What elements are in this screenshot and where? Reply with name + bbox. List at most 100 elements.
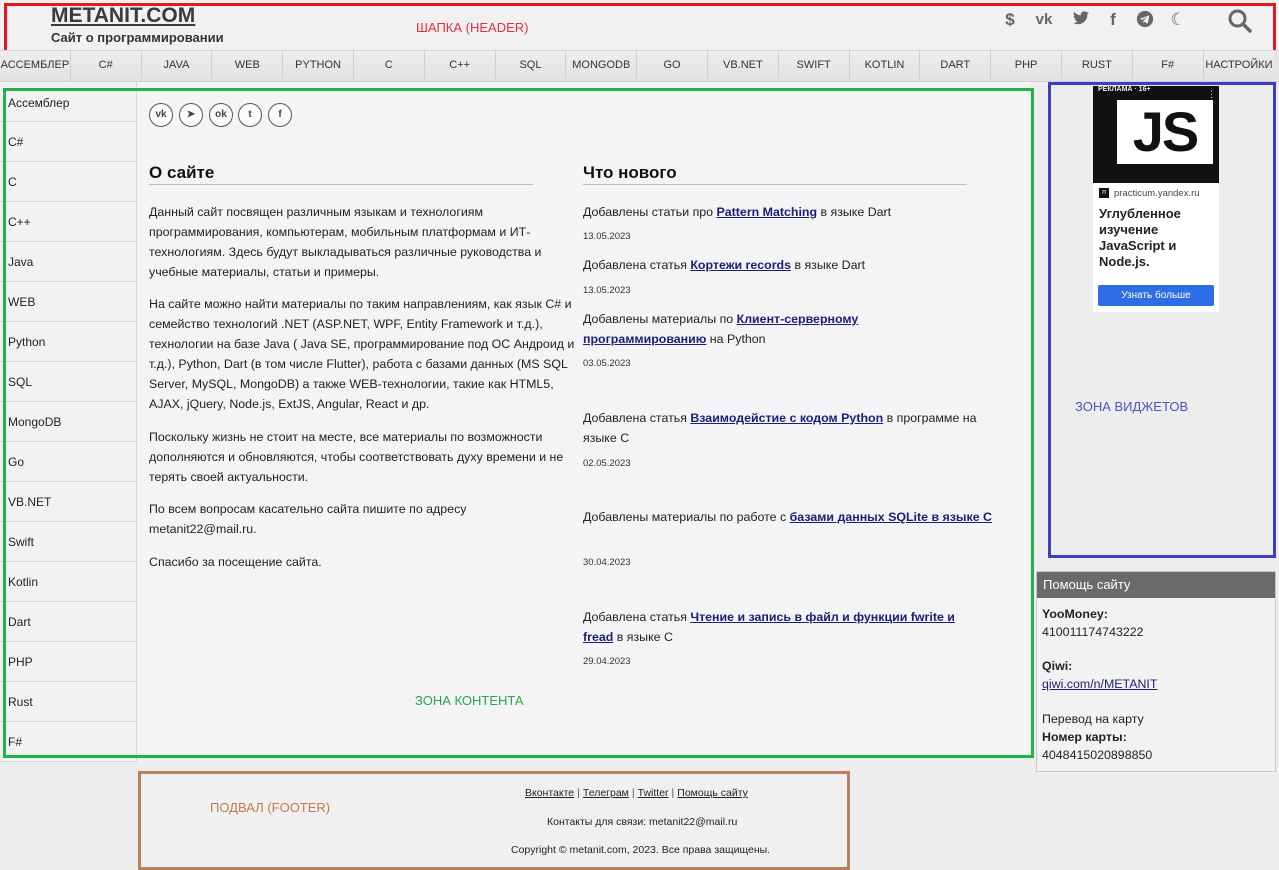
facebook-icon[interactable]: f <box>1103 10 1123 30</box>
langnav-item-c[interactable]: C <box>353 51 425 81</box>
site-logo[interactable]: METANIT.COM <box>51 4 195 28</box>
news-text: Добавлены материалы по работе с <box>583 510 790 524</box>
footer-copyright: Copyright © metanit.com, 2023. Все права… <box>511 844 771 856</box>
footer-link-vk[interactable]: Вконтакте <box>525 787 574 799</box>
telegram-icon[interactable] <box>1135 10 1155 30</box>
news-date: 02.05.2023 <box>583 458 631 469</box>
card-label: Номер карты: <box>1042 730 1127 744</box>
footer-link-telegram[interactable]: Телеграм <box>583 787 629 799</box>
ad-menu-icon[interactable]: ⋮ <box>1207 89 1216 100</box>
news-date: 13.05.2023 <box>583 285 631 296</box>
footer-zone-label: ПОДВАЛ (FOOTER) <box>210 800 331 815</box>
news-link[interactable]: базами данных SQLite в языке C <box>790 510 992 524</box>
card-value: 4048415020898850 <box>1042 748 1153 762</box>
footer-link-help[interactable]: Помощь сайту <box>677 787 748 799</box>
sidebar-item-c[interactable]: C <box>0 162 136 202</box>
practicum-icon: п <box>1099 188 1109 199</box>
sidebar-item-cpp[interactable]: C++ <box>0 202 136 242</box>
langnav-item-python[interactable]: PYTHON <box>283 51 354 81</box>
footer-contact: Контакты для связи: metanit22@mail.ru <box>547 816 738 828</box>
langnav-item-kotlin[interactable]: KOTLIN <box>849 51 921 81</box>
news-link[interactable]: Взаимодейстие с кодом Python <box>690 411 883 425</box>
about-paragraph-3: Поскольку жизнь не стоит на месте, все м… <box>149 430 564 484</box>
news-date: 29.04.2023 <box>583 656 631 667</box>
share-twitter-button[interactable]: t <box>238 103 262 127</box>
langnav-item-go[interactable]: GO <box>637 51 708 81</box>
news-item: Добавлена статья Кортежи records в языке… <box>583 255 993 275</box>
news-text: в языке C <box>613 630 673 644</box>
help-site-widget: Помощь сайту YooMoney: 410011174743222 Q… <box>1036 571 1276 772</box>
news-text: Добавлена статья <box>583 258 691 272</box>
langnav-item-web[interactable]: WEB <box>212 51 284 81</box>
about-paragraph-1: Данный сайт посвящен различным языкам и … <box>149 205 542 279</box>
langnav-item-java[interactable]: JAVA <box>141 51 213 81</box>
about-title: О сайте <box>149 163 215 182</box>
advertisement[interactable]: РЕКЛАМА · 16+ ⋮ JS п practicum.yandex.ru … <box>1093 86 1219 312</box>
sidebar-item-assembler[interactable]: Ассемблер <box>0 82 136 122</box>
moon-icon[interactable]: ☾ <box>1168 10 1188 30</box>
header-zone-label: ШАПКА (HEADER) <box>416 20 529 35</box>
news-text: на Python <box>706 332 766 346</box>
search-icon[interactable] <box>1227 8 1253 34</box>
langnav-item-csharp[interactable]: C# <box>70 51 142 81</box>
ad-learn-more-button[interactable]: Узнать больше <box>1098 285 1214 306</box>
sidebar-item-java[interactable]: Java <box>0 242 136 282</box>
langnav-item-dart[interactable]: DART <box>920 51 992 81</box>
sidebar-item-kotlin[interactable]: Kotlin <box>0 562 136 602</box>
js-logo: JS <box>1117 100 1213 164</box>
ad-label: РЕКЛАМА · 16+ <box>1098 86 1151 93</box>
langnav-item-swift[interactable]: SWIFT <box>778 51 850 81</box>
sidebar-item-web[interactable]: WEB <box>0 282 136 322</box>
sidebar-nav: Ассемблер C# C C++ Java WEB Python SQL M… <box>0 82 137 762</box>
langnav-item-assembler[interactable]: АССЕМБЛЕР <box>0 51 71 81</box>
news-text: Добавлена статья <box>583 610 691 624</box>
news-link[interactable]: Кортежи records <box>690 258 791 272</box>
site-tagline: Сайт о программировании <box>51 30 224 45</box>
langnav-item-fsharp[interactable]: F# <box>1132 51 1204 81</box>
qiwi-link[interactable]: qiwi.com/n/METANIT <box>1042 677 1157 691</box>
yoomoney-value: 410011174743222 <box>1042 625 1144 639</box>
news-text: Добавлены материалы по <box>583 312 737 326</box>
news-item: Добавлена статья Взаимодейстие с кодом P… <box>583 408 983 448</box>
qiwi-label: Qiwi: <box>1042 659 1073 673</box>
sidebar-item-mongodb[interactable]: MongoDB <box>0 402 136 442</box>
news-link[interactable]: Pattern Matching <box>717 205 818 219</box>
sidebar-item-go[interactable]: Go <box>0 442 136 482</box>
help-body: YooMoney: 410011174743222 Qiwi: qiwi.com… <box>1037 598 1275 764</box>
about-paragraph-5: Спасибо за посещение сайта. <box>149 555 322 569</box>
ad-text[interactable]: Углубленное изучение JavaScript и Node.j… <box>1099 206 1211 270</box>
sidebar-item-dart[interactable]: Dart <box>0 602 136 642</box>
footer-separator: | <box>671 787 675 799</box>
langnav-item-sql[interactable]: SQL <box>495 51 567 81</box>
langnav-item-php[interactable]: PHP <box>991 51 1062 81</box>
langnav-item-cpp[interactable]: C++ <box>424 51 496 81</box>
share-facebook-button[interactable]: f <box>268 103 292 127</box>
footer-separator: | <box>631 787 635 799</box>
about-title-divider <box>149 184 533 185</box>
share-telegram-button[interactable]: ➤ <box>179 103 203 127</box>
share-vk-button[interactable]: vk <box>149 103 173 127</box>
sidebar-item-rust[interactable]: Rust <box>0 682 136 722</box>
sidebar-item-python[interactable]: Python <box>0 322 136 362</box>
dollar-icon[interactable]: $ <box>1000 10 1020 30</box>
sidebar-item-vbnet[interactable]: VB.NET <box>0 482 136 522</box>
news-item: Добавлена статья Чтение и запись в файл … <box>583 607 973 647</box>
sidebar-item-swift[interactable]: Swift <box>0 522 136 562</box>
langnav-item-vbnet[interactable]: VB.NET <box>707 51 779 81</box>
langnav-item-settings[interactable]: НАСТРОЙКИ <box>1203 51 1275 81</box>
share-ok-button[interactable]: ok <box>209 103 233 127</box>
sidebar-item-csharp[interactable]: C# <box>0 122 136 162</box>
langnav-item-mongodb[interactable]: MONGODB <box>566 51 638 81</box>
langnav-item-rust[interactable]: RUST <box>1061 51 1133 81</box>
about-paragraph-4: По всем вопросам касательно сайта пишите… <box>149 502 467 536</box>
footer-link-twitter[interactable]: Twitter <box>638 787 669 799</box>
sidebar-item-sql[interactable]: SQL <box>0 362 136 402</box>
sidebar-item-php[interactable]: PHP <box>0 642 136 682</box>
news-text: Добавлена статья <box>583 411 691 425</box>
sidebar-item-fsharp[interactable]: F# <box>0 722 136 762</box>
twitter-icon[interactable] <box>1071 10 1091 30</box>
news-item: Добавлены материалы по работе с базами д… <box>583 507 993 527</box>
ad-image[interactable]: РЕКЛАМА · 16+ ⋮ JS <box>1093 86 1219 183</box>
news-date: 13.05.2023 <box>583 231 631 242</box>
vk-icon[interactable]: vk <box>1034 10 1054 30</box>
